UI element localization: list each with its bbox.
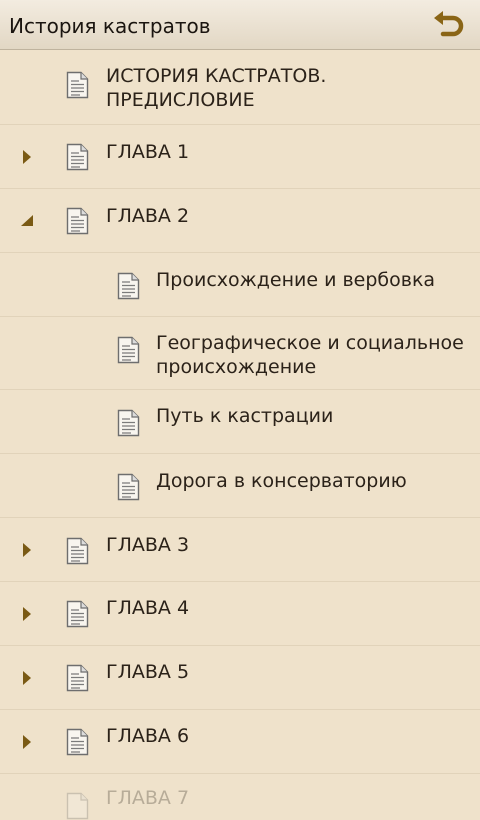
toc-item-preface[interactable]: ИСТОРИЯ КАСТРАТОВ. ПРЕДИСЛОВИЕ <box>0 50 480 125</box>
toc-item-label: ГЛАВА 5 <box>106 661 190 683</box>
expand-arrow-icon[interactable] <box>19 606 35 622</box>
expand-arrow-icon[interactable] <box>19 670 35 686</box>
expand-arrow-icon[interactable] <box>19 734 35 750</box>
document-icon <box>66 71 89 99</box>
toc-subitem-geographic-social[interactable]: Географическое и социальное происхождени… <box>0 317 480 390</box>
document-icon <box>66 207 89 235</box>
document-icon <box>117 473 140 501</box>
toc-item-label: ИСТОРИЯ КАСТРАТОВ. ПРЕДИСЛОВИЕ <box>106 65 327 111</box>
document-icon <box>117 409 140 437</box>
toc-subitem-origin-recruitment[interactable]: Происхождение и вербовка <box>0 253 480 317</box>
toc-item-label: ГЛАВА 1 <box>106 141 190 163</box>
back-button[interactable] <box>426 6 472 44</box>
toc-item-label: ГЛАВА 6 <box>106 725 190 747</box>
expand-arrow-icon[interactable] <box>19 149 35 165</box>
document-icon <box>66 664 89 692</box>
back-arrow-icon <box>434 11 464 37</box>
document-icon <box>66 728 89 756</box>
toc-item-chapter-7[interactable]: ГЛАВА 7 <box>0 774 480 820</box>
toc-item-chapter-4[interactable]: ГЛАВА 4 <box>0 582 480 646</box>
toc-item-label: Дорога в консерваторию <box>156 470 407 492</box>
toc-subitem-road-to-conservatory[interactable]: Дорога в консерваторию <box>0 454 480 518</box>
toc-item-chapter-2[interactable]: ГЛАВА 2 <box>0 189 480 253</box>
toc-item-chapter-1[interactable]: ГЛАВА 1 <box>0 125 480 189</box>
toc-subitem-path-to-castration[interactable]: Путь к кастрации <box>0 390 480 454</box>
toc-item-label: Географическое и социальное происхождени… <box>156 332 464 378</box>
toc-item-label: ГЛАВА 7 <box>106 787 190 809</box>
collapse-arrow-icon[interactable] <box>19 213 35 229</box>
document-icon <box>66 143 89 171</box>
toc-item-label: ГЛАВА 3 <box>106 534 190 556</box>
toc-item-chapter-3[interactable]: ГЛАВА 3 <box>0 518 480 582</box>
document-icon <box>66 600 89 628</box>
document-icon <box>66 537 89 565</box>
document-icon <box>66 792 89 820</box>
toc-item-chapter-6[interactable]: ГЛАВА 6 <box>0 710 480 774</box>
toc-item-chapter-5[interactable]: ГЛАВА 5 <box>0 646 480 710</box>
document-icon <box>117 272 140 300</box>
toc-item-label: ГЛАВА 4 <box>106 597 190 619</box>
expand-arrow-icon[interactable] <box>19 542 35 558</box>
page-title: История кастратов <box>9 14 211 38</box>
toc-item-label: Происхождение и вербовка <box>156 269 436 291</box>
toc-list: ИСТОРИЯ КАСТРАТОВ. ПРЕДИСЛОВИЕ ГЛАВА 1 Г… <box>0 50 480 820</box>
toc-item-label: ГЛАВА 2 <box>106 205 190 227</box>
document-icon <box>117 336 140 364</box>
toc-item-label: Путь к кастрации <box>156 405 334 427</box>
title-bar: История кастратов <box>0 0 480 50</box>
